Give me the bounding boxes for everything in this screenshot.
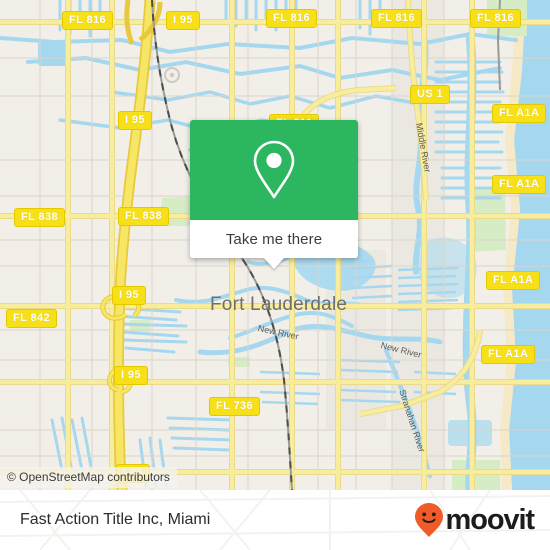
road-shield: FL A1A <box>492 175 547 194</box>
road-shield: I 95 <box>166 11 200 30</box>
moovit-wordmark: moovit <box>445 503 536 536</box>
footer-bar: Fast Action Title Inc, Miami moovit <box>0 490 550 550</box>
map-pin-icon <box>253 140 295 199</box>
road-shield: I 95 <box>114 366 148 385</box>
road-shield: FL 816 <box>62 11 114 30</box>
road-shield: FL 842 <box>6 309 58 328</box>
road-shield: FL 838 <box>14 208 66 227</box>
road-shield: FL A1A <box>481 345 536 364</box>
road-shield: FL A1A <box>486 271 541 290</box>
road-shield: FL 816 <box>371 9 423 28</box>
popup-action-bar[interactable]: Take me there <box>190 220 358 269</box>
road-shield: FL 816 <box>266 9 318 28</box>
page-title: Fast Action Title Inc, Miami <box>20 511 211 528</box>
road-shield: I 95 <box>112 286 146 305</box>
map-canvas[interactable]: FL 816 I 95 FL 816 FL 816 FL 816 US 1 FL… <box>0 0 550 490</box>
road-shield: US 1 <box>410 85 451 104</box>
moovit-logo[interactable]: moovit <box>414 502 536 538</box>
road-shield: FL 838 <box>118 207 170 226</box>
location-popup[interactable]: Take me there <box>190 120 358 269</box>
city-label-fort-lauderdale: Fort Lauderdale <box>210 294 348 315</box>
popup-tail <box>263 257 285 269</box>
osm-attribution[interactable]: © OpenStreetMap contributors <box>0 467 177 488</box>
map-page: FL 816 I 95 FL 816 FL 816 FL 816 US 1 FL… <box>0 0 550 550</box>
moovit-smiley-pin-icon <box>414 503 443 537</box>
road-shield: FL A1A <box>492 104 547 123</box>
road-shield: I 95 <box>118 111 152 130</box>
road-shield: FL 736 <box>209 397 261 416</box>
popup-header <box>190 120 358 220</box>
take-me-there-label: Take me there <box>225 230 323 248</box>
road-shield: FL 816 <box>470 9 522 28</box>
